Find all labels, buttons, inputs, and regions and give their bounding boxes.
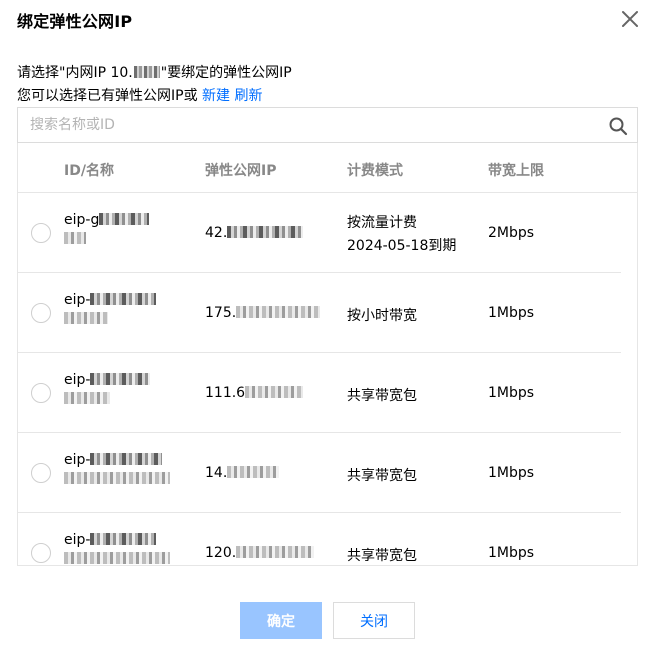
eip-id-cell: eip- [64,532,170,565]
row-radio[interactable] [31,463,51,483]
masked-id [99,213,150,225]
table-header: ID/名称 弹性公网IP 计费模式 带宽上限 [18,143,637,193]
masked-ip [227,466,280,478]
eip-id-text: eip- [64,452,91,468]
billing-mode: 按小时带宽 [347,308,417,324]
eip-id-text: eip- [64,372,91,388]
eip-address-text: 175. [205,305,237,321]
masked-name [64,392,110,404]
billing-cell: 按小时带宽 [347,305,417,325]
confirm-button[interactable]: 确定 [240,602,322,639]
masked-ip [236,306,321,318]
table-row[interactable]: eip- 120. 共享带宽包 1Mbps [18,513,621,565]
table-row[interactable]: eip- 111.6 共享带宽包 1Mbps [18,353,621,433]
eip-address-text: 111.6 [205,385,246,401]
row-radio[interactable] [31,303,51,323]
row-radio[interactable] [31,383,51,403]
search-input[interactable] [18,108,598,142]
eip-address-cell: 14. [205,465,280,481]
masked-name [64,312,108,324]
eip-id-text: eip- [64,292,91,308]
eip-address-cell: 175. [205,305,321,321]
dialog-title: 绑定弹性公网IP [17,12,133,31]
close-icon[interactable] [620,9,640,29]
table-row[interactable]: eip- 14. 共享带宽包 1Mbps [18,433,621,513]
bandwidth-cell: 1Mbps [488,545,535,561]
billing-mode: 共享带宽包 [347,388,417,404]
masked-id [90,453,163,465]
billing-cell: 共享带宽包 [347,385,417,405]
bandwidth-cell: 1Mbps [488,385,535,401]
eip-address-cell: 42. [205,225,304,241]
eip-id-text: eip-g [64,212,100,228]
eip-address-text: 14. [205,465,228,481]
table-scrollbar[interactable] [637,193,638,565]
row-radio[interactable] [31,543,51,563]
eip-id-text: eip- [64,532,91,548]
table-row[interactable]: eip- 175. 按小时带宽 1Mbps [18,273,621,353]
eip-address-text: 120. [205,545,237,561]
masked-ip [236,546,315,558]
masked-name [64,232,86,244]
header-bandwidth: 带宽上限 [488,163,544,179]
masked-name [64,552,170,564]
eip-table: ID/名称 弹性公网IP 计费模式 带宽上限 eip-g 42. 按流量计费 2… [17,143,638,566]
masked-id [90,293,157,305]
masked-ip [245,386,304,398]
action-description: 您可以选择已有弹性公网IP或 新建 刷新 [17,85,262,105]
header-eip: 弹性公网IP [205,163,277,179]
eip-id-cell: eip-g [64,212,150,247]
eip-id-cell: eip- [64,452,170,487]
close-button[interactable]: 关闭 [333,602,415,639]
eip-address-cell: 111.6 [205,385,304,401]
bandwidth-cell: 2Mbps [488,225,535,241]
table-row[interactable]: eip-g 42. 按流量计费 2024-05-18到期 2Mbps [18,193,621,273]
new-link[interactable]: 新建 [202,88,230,104]
bandwidth-cell: 1Mbps [488,465,535,481]
eip-address-cell: 120. [205,545,315,561]
billing-cell: 共享带宽包 [347,465,417,485]
description-suffix: "要绑定的弹性公网IP [160,65,292,81]
header-billing: 计费模式 [347,163,403,179]
billing-mode: 共享带宽包 [347,548,417,564]
billing-expiry: 2024-05-18到期 [347,238,457,254]
description-prefix: 请选择"内网IP 10. [17,65,133,81]
billing-mode: 共享带宽包 [347,468,417,484]
eip-id-cell: eip- [64,292,157,327]
billing-mode: 按流量计费 [347,215,417,231]
masked-id [90,373,151,385]
bandwidth-cell: 1Mbps [488,305,535,321]
search-icon[interactable] [608,116,628,136]
masked-name [64,472,170,484]
refresh-link[interactable]: 刷新 [234,88,262,104]
masked-id [90,533,157,545]
header-id-name: ID/名称 [64,163,114,179]
masked-ip [227,226,304,238]
search-box [17,107,638,143]
target-ip-description: 请选择"内网IP 10. "要绑定的弹性公网IP [17,62,292,82]
billing-cell: 共享带宽包 [347,545,417,565]
masked-ip [133,66,160,78]
row-radio[interactable] [31,223,51,243]
billing-cell: 按流量计费 2024-05-18到期 [347,212,456,255]
eip-address-text: 42. [205,225,228,241]
eip-id-cell: eip- [64,372,151,407]
action-text: 您可以选择已有弹性公网IP或 [17,88,198,104]
